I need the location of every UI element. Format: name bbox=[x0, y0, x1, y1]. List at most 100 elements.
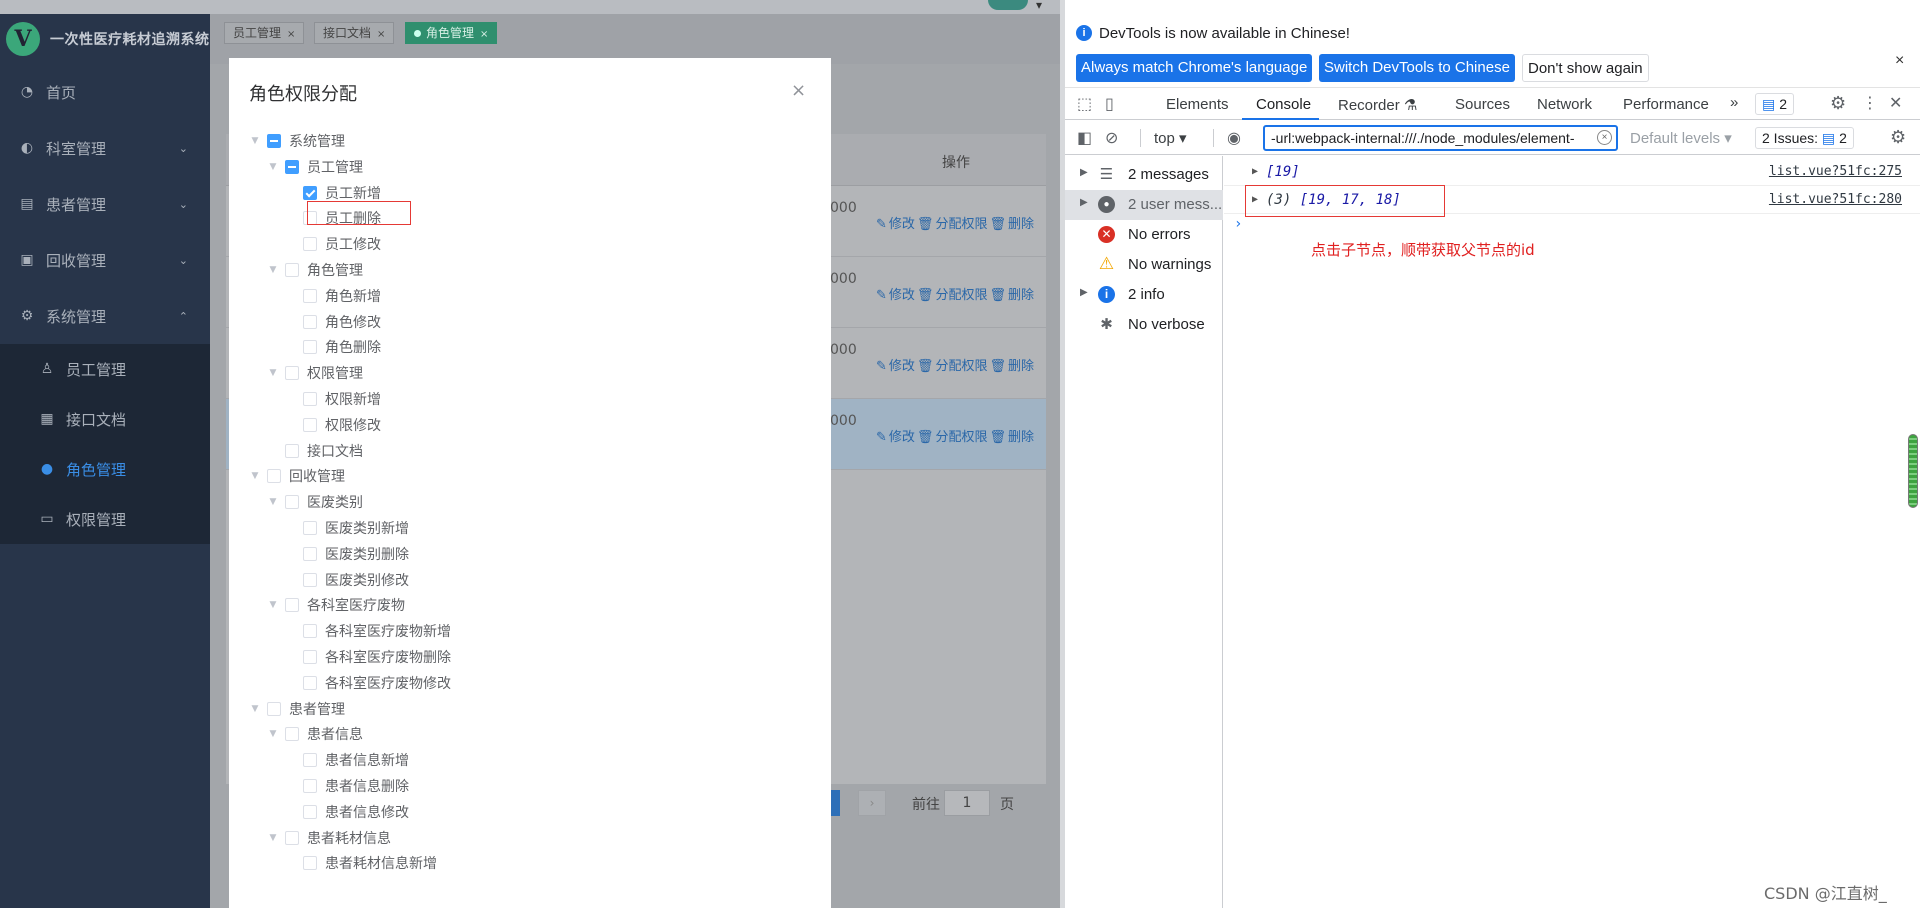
dont-show-again-button[interactable]: Don't show again bbox=[1522, 54, 1649, 82]
console-prompt[interactable]: › bbox=[1234, 216, 1242, 232]
caret-down-icon[interactable]: ▼ bbox=[267, 729, 279, 739]
source-link[interactable]: list.vue?51fc:280 bbox=[1769, 192, 1902, 207]
log-levels-dropdown[interactable]: Default levels ▾ bbox=[1630, 129, 1732, 147]
sidebar-item-verbose[interactable]: ✱ No verbose bbox=[1065, 310, 1223, 340]
tree-node[interactable]: 角色删除 bbox=[285, 336, 381, 358]
tree-checkbox[interactable] bbox=[303, 779, 317, 793]
caret-down-icon[interactable]: ▼ bbox=[267, 368, 279, 378]
tab-sources[interactable]: Sources bbox=[1455, 96, 1510, 113]
edit-link[interactable]: 修改 bbox=[889, 430, 915, 445]
edit-link[interactable]: 修改 bbox=[889, 359, 915, 374]
assign-permission-link[interactable]: 分配权限 bbox=[935, 430, 987, 445]
tree-checkbox[interactable] bbox=[285, 366, 299, 380]
tree-node[interactable]: 医废类别删除 bbox=[285, 543, 409, 565]
tab-performance[interactable]: Performance bbox=[1623, 96, 1709, 113]
more-tabs-icon[interactable]: » bbox=[1730, 94, 1738, 111]
caret-down-icon[interactable]: ▼ bbox=[249, 136, 261, 146]
tree-checkbox[interactable] bbox=[285, 598, 299, 612]
tree-node[interactable]: 各科室医疗废物删除 bbox=[285, 646, 451, 668]
tree-node[interactable]: 患者耗材信息新增 bbox=[285, 852, 437, 874]
tree-checkbox[interactable] bbox=[267, 702, 281, 716]
delete-link[interactable]: 删除 bbox=[1008, 288, 1034, 303]
caret-down-icon[interactable]: ▼ bbox=[249, 704, 261, 714]
submenu-item-roles[interactable]: ● 角色管理 bbox=[0, 444, 210, 494]
tree-node[interactable]: ▼ 患者耗材信息 bbox=[267, 827, 391, 849]
tree-checkbox[interactable] bbox=[285, 727, 299, 741]
kebab-menu-icon[interactable]: ⋮ bbox=[1862, 93, 1878, 113]
inspect-element-icon[interactable]: ⬚ bbox=[1077, 94, 1092, 114]
always-match-language-button[interactable]: Always match Chrome's language bbox=[1076, 54, 1313, 82]
close-icon[interactable]: × bbox=[791, 80, 806, 101]
submenu-item-staff[interactable]: ♙ 员工管理 bbox=[0, 344, 210, 394]
tab-recorder[interactable]: Recorder ⚗ bbox=[1338, 96, 1417, 114]
context-selector[interactable]: top ▾ bbox=[1154, 129, 1187, 147]
tree-checkbox[interactable] bbox=[303, 573, 317, 587]
tree-node[interactable]: 患者信息修改 bbox=[285, 801, 409, 823]
close-icon[interactable]: × bbox=[287, 29, 295, 40]
caret-down-icon[interactable]: ▼ bbox=[267, 497, 279, 507]
delete-link[interactable]: 删除 bbox=[1008, 430, 1034, 445]
tree-node[interactable]: 权限修改 bbox=[285, 414, 381, 436]
tree-checkbox[interactable] bbox=[267, 134, 281, 148]
tree-node[interactable]: 权限新增 bbox=[285, 388, 381, 410]
submenu-item-permissions[interactable]: ▭ 权限管理 bbox=[0, 494, 210, 544]
delete-link[interactable]: 删除 bbox=[1008, 217, 1034, 232]
tag-roles[interactable]: 角色管理 × bbox=[405, 22, 498, 44]
tree-checkbox[interactable] bbox=[285, 831, 299, 845]
tab-network[interactable]: Network bbox=[1537, 96, 1592, 113]
close-icon[interactable]: × bbox=[480, 29, 488, 40]
edit-link[interactable]: 修改 bbox=[889, 288, 915, 303]
menu-item-department[interactable]: ◐ 科室管理 ⌄ bbox=[0, 120, 210, 176]
tree-checkbox[interactable] bbox=[303, 289, 317, 303]
tree-node[interactable]: 各科室医疗废物新增 bbox=[285, 620, 451, 642]
console-log-line[interactable]: ▶ [19] list.vue?51fc:275 bbox=[1224, 158, 1920, 186]
tree-checkbox[interactable] bbox=[303, 650, 317, 664]
tree-node[interactable]: ▼ 医废类别 bbox=[267, 491, 363, 513]
tree-node[interactable]: 患者信息新增 bbox=[285, 749, 409, 771]
tree-checkbox[interactable] bbox=[303, 418, 317, 432]
next-page-button[interactable]: › bbox=[858, 790, 886, 816]
sidebar-item-user-messages[interactable]: ▶ ● 2 user mess... bbox=[1065, 190, 1223, 220]
assign-permission-link[interactable]: 分配权限 bbox=[935, 288, 987, 303]
tree-checkbox[interactable] bbox=[285, 495, 299, 509]
tree-node[interactable]: ▼ 各科室医疗废物 bbox=[267, 594, 405, 616]
caret-down-icon[interactable]: ▼ bbox=[249, 471, 261, 481]
switch-to-chinese-button[interactable]: Switch DevTools to Chinese bbox=[1319, 54, 1515, 82]
tree-checkbox[interactable] bbox=[303, 676, 317, 690]
tree-node[interactable]: 医废类别新增 bbox=[285, 517, 409, 539]
tree-node[interactable]: ▼ 角色管理 bbox=[267, 259, 363, 281]
tab-console[interactable]: Console bbox=[1256, 96, 1311, 113]
tag-staff[interactable]: 员工管理 × bbox=[224, 22, 305, 44]
console-filter-input[interactable]: -url:webpack-internal:///./node_modules/… bbox=[1263, 125, 1618, 151]
tab-elements[interactable]: Elements bbox=[1166, 96, 1229, 113]
device-toolbar-icon[interactable]: ▯ bbox=[1105, 94, 1114, 114]
console-settings-icon[interactable]: ⚙ bbox=[1890, 127, 1906, 148]
tree-checkbox[interactable] bbox=[303, 340, 317, 354]
tree-node[interactable]: 角色修改 bbox=[285, 311, 381, 333]
issues-badge[interactable]: ▤ 2 bbox=[1755, 93, 1795, 115]
assign-permission-link[interactable]: 分配权限 bbox=[935, 359, 987, 374]
tree-node[interactable]: ▼ 患者管理 bbox=[249, 698, 345, 720]
tree-checkbox[interactable] bbox=[285, 160, 299, 174]
tree-checkbox[interactable] bbox=[303, 805, 317, 819]
tree-checkbox[interactable] bbox=[303, 315, 317, 329]
settings-gear-icon[interactable]: ⚙ bbox=[1830, 93, 1846, 114]
tree-checkbox[interactable] bbox=[303, 856, 317, 870]
clear-filter-icon[interactable]: × bbox=[1597, 130, 1612, 145]
tree-checkbox[interactable] bbox=[303, 186, 317, 200]
scrollbar-thumb[interactable] bbox=[1908, 434, 1918, 508]
caret-down-icon[interactable]: ▼ bbox=[267, 162, 279, 172]
tree-checkbox[interactable] bbox=[303, 521, 317, 535]
tree-checkbox[interactable] bbox=[267, 469, 281, 483]
tree-node[interactable]: 各科室医疗废物修改 bbox=[285, 672, 451, 694]
tree-node[interactable]: 员工修改 bbox=[285, 233, 381, 255]
caret-down-icon[interactable]: ▼ bbox=[267, 833, 279, 843]
tree-checkbox[interactable] bbox=[303, 753, 317, 767]
tree-checkbox[interactable] bbox=[285, 444, 299, 458]
submenu-item-api-docs[interactable]: ▦ 接口文档 bbox=[0, 394, 210, 444]
clear-console-icon[interactable]: ⊘ bbox=[1105, 128, 1118, 148]
tree-checkbox[interactable] bbox=[303, 392, 317, 406]
sidebar-toggle-icon[interactable]: ◧ bbox=[1077, 128, 1092, 148]
tree-checkbox[interactable] bbox=[303, 237, 317, 251]
close-devtools-icon[interactable]: ✕ bbox=[1889, 93, 1902, 113]
